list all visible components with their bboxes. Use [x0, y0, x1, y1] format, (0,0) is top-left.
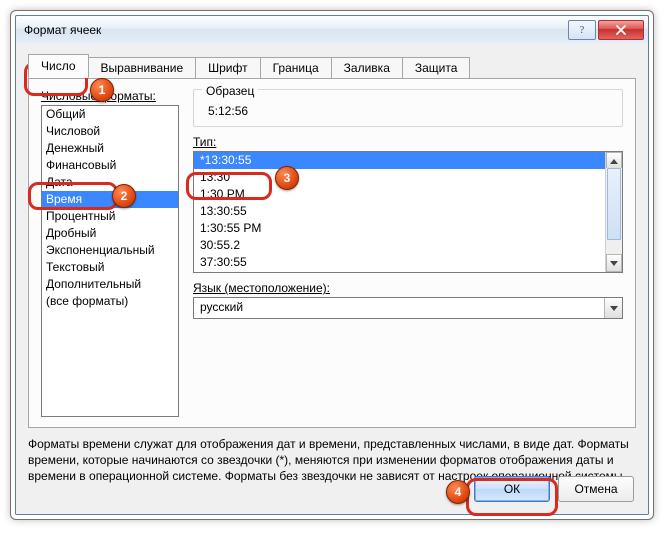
callout-badge-1: 1: [90, 78, 114, 102]
tab-protection-label: Защита: [415, 61, 458, 75]
list-item[interactable]: Экспоненциальный: [42, 242, 178, 259]
tab-protection[interactable]: Защита: [402, 57, 471, 79]
list-item[interactable]: *13:30:55: [194, 152, 606, 169]
list-item[interactable]: 30:55.2: [194, 237, 606, 254]
locale-value: русский: [194, 298, 604, 318]
chevron-up-icon: [610, 159, 618, 164]
callout-badge-2: 2: [112, 184, 136, 208]
title-bar: Формат ячеек ?: [16, 16, 648, 45]
sample-label: Образец: [202, 84, 258, 98]
ok-button[interactable]: ОК: [474, 476, 550, 502]
tab-font[interactable]: Шрифт: [195, 57, 260, 79]
tab-border-label: Граница: [273, 61, 319, 75]
scroll-track[interactable]: [606, 168, 622, 256]
tab-page-number: Числовые форматы: Общий Числовой Денежны…: [28, 78, 636, 428]
list-item[interactable]: Общий: [42, 106, 178, 123]
close-button[interactable]: [598, 20, 644, 40]
list-item[interactable]: 37:30:55: [194, 254, 606, 271]
list-item[interactable]: Процентный: [42, 208, 178, 225]
cancel-button[interactable]: Отмена: [558, 476, 634, 502]
category-listbox[interactable]: Общий Числовой Денежный Финансовый Дата …: [41, 105, 179, 417]
callout-badge-4: 4: [446, 480, 470, 504]
scroll-thumb[interactable]: [607, 168, 621, 240]
sample-value: 5:12:56: [202, 102, 614, 120]
window-title: Формат ячеек: [24, 23, 101, 37]
locale-select[interactable]: русский: [193, 297, 623, 319]
tab-fill-label: Заливка: [344, 61, 390, 75]
cancel-button-label: Отмена: [574, 482, 617, 496]
tab-alignment-label: Выравнивание: [101, 61, 184, 75]
list-item[interactable]: Время: [42, 191, 178, 208]
tab-border[interactable]: Граница: [260, 57, 332, 79]
tab-number-label: Число: [41, 59, 76, 73]
type-label: Тип:: [193, 135, 623, 149]
svg-text:?: ?: [580, 25, 585, 35]
list-item[interactable]: Дополнительный: [42, 276, 178, 293]
chevron-down-icon: [610, 261, 618, 266]
list-item[interactable]: Дата: [42, 174, 178, 191]
help-button[interactable]: ?: [568, 20, 596, 40]
tabs: Число Выравнивание Шрифт Граница Заливка…: [28, 54, 636, 78]
locale-dropdown-button[interactable]: [604, 298, 622, 318]
list-item[interactable]: 13:30:55: [194, 203, 606, 220]
tab-fill[interactable]: Заливка: [331, 57, 403, 79]
list-item[interactable]: (все форматы): [42, 293, 178, 310]
list-item[interactable]: Числовой: [42, 123, 178, 140]
scroll-down-button[interactable]: [606, 254, 622, 272]
list-item[interactable]: Дробный: [42, 225, 178, 242]
type-listbox[interactable]: *13:30:55 13:30 1:30 PM 13:30:55 1:30:55…: [193, 151, 623, 273]
chevron-down-icon: [610, 306, 618, 311]
type-scrollbar[interactable]: [605, 152, 622, 272]
ok-button-label: ОК: [504, 482, 520, 496]
list-item[interactable]: 1:30:55 PM: [194, 220, 606, 237]
callout-badge-3: 3: [275, 166, 299, 190]
tab-alignment[interactable]: Выравнивание: [88, 57, 197, 79]
locale-label: Язык (местоположение):: [193, 281, 623, 295]
tab-number[interactable]: Число: [28, 54, 89, 78]
list-item[interactable]: 13:30: [194, 169, 606, 186]
list-item[interactable]: Финансовый: [42, 157, 178, 174]
list-item[interactable]: Денежный: [42, 140, 178, 157]
list-item[interactable]: 1:30 PM: [194, 186, 606, 203]
tab-font-label: Шрифт: [208, 61, 247, 75]
list-item[interactable]: Текстовый: [42, 259, 178, 276]
